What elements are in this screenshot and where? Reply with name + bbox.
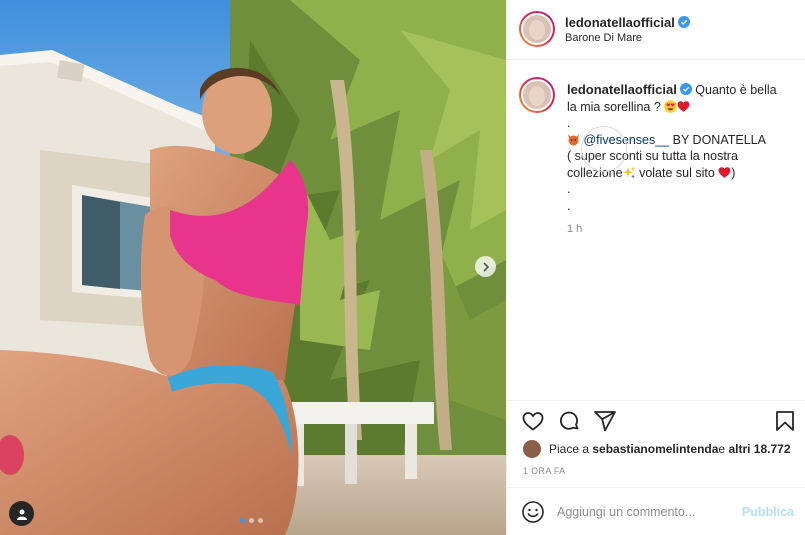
caption-line-1: Quanto è bella bbox=[695, 83, 777, 97]
verified-badge-icon bbox=[679, 83, 692, 95]
liker-avatar[interactable] bbox=[523, 440, 541, 458]
likes-prefix: Piace a bbox=[549, 442, 590, 456]
red-heart-emoji bbox=[718, 166, 731, 178]
user-tag-icon bbox=[16, 509, 27, 520]
tagged-users-button[interactable] bbox=[9, 501, 34, 526]
post-location[interactable]: Barone Di Mare bbox=[565, 32, 642, 44]
red-heart-emoji bbox=[677, 100, 690, 112]
post-dialog: ledonatellaofficial Barone Di Mare ledon… bbox=[0, 0, 805, 535]
caption-dot-2: . bbox=[567, 182, 571, 196]
comment-form: Pubblica bbox=[507, 487, 805, 535]
caption-author-username[interactable]: ledonatellaofficial bbox=[567, 82, 677, 97]
next-image-button[interactable] bbox=[475, 256, 496, 277]
post-photo bbox=[0, 0, 506, 535]
post-caption: ledonatellaofficial Quanto è bella la mi… bbox=[507, 60, 805, 400]
author-avatar[interactable] bbox=[519, 11, 555, 47]
heart-eyes-emoji bbox=[664, 99, 678, 113]
carousel-dot-active bbox=[240, 518, 245, 523]
chevron-right-icon bbox=[482, 261, 489, 272]
caption-age: 1 h bbox=[567, 223, 583, 235]
caption-author-avatar[interactable] bbox=[519, 77, 555, 113]
bookmark-icon[interactable] bbox=[773, 409, 797, 433]
devil-emoji bbox=[568, 133, 579, 145]
post-header: ledonatellaofficial Barone Di Mare bbox=[507, 0, 805, 60]
caption-line-5b: volate sul sito bbox=[635, 165, 719, 180]
likes-summary: Piace a sebastianomelintenda e altri 18.… bbox=[523, 440, 791, 458]
post-side-panel: ledonatellaofficial Barone Di Mare ledon… bbox=[506, 0, 805, 535]
liker-username[interactable]: sebastianomelintenda bbox=[592, 442, 718, 456]
cursor-focus-ring bbox=[581, 126, 627, 172]
carousel-dot bbox=[249, 518, 254, 523]
heart-icon[interactable] bbox=[521, 409, 545, 433]
caption-line-3: BY DONATELLA bbox=[669, 132, 766, 147]
sparkles-emoji bbox=[622, 166, 636, 178]
likes-others-link[interactable]: altri 18.772 bbox=[728, 442, 790, 456]
post-media[interactable] bbox=[0, 0, 506, 535]
smiley-icon[interactable] bbox=[521, 500, 545, 524]
comment-icon[interactable] bbox=[557, 409, 581, 433]
author-username-row: ledonatellaofficial bbox=[565, 14, 690, 32]
post-timestamp[interactable]: 1 ORA FA bbox=[523, 466, 565, 476]
caption-dot-3: . bbox=[567, 198, 571, 213]
comment-input[interactable] bbox=[557, 502, 737, 522]
share-icon[interactable] bbox=[593, 409, 617, 433]
carousel-indicator bbox=[240, 518, 263, 523]
carousel-dot bbox=[258, 518, 263, 523]
likes-middle: e bbox=[718, 442, 726, 456]
post-actions bbox=[507, 400, 805, 438]
author-username[interactable]: ledonatellaofficial bbox=[565, 15, 675, 30]
caption-line-2: la mia sorellina ? bbox=[567, 99, 661, 114]
publish-button[interactable]: Pubblica bbox=[742, 505, 794, 519]
verified-badge-icon bbox=[677, 16, 690, 28]
caption-line-5c: ) bbox=[731, 165, 736, 180]
